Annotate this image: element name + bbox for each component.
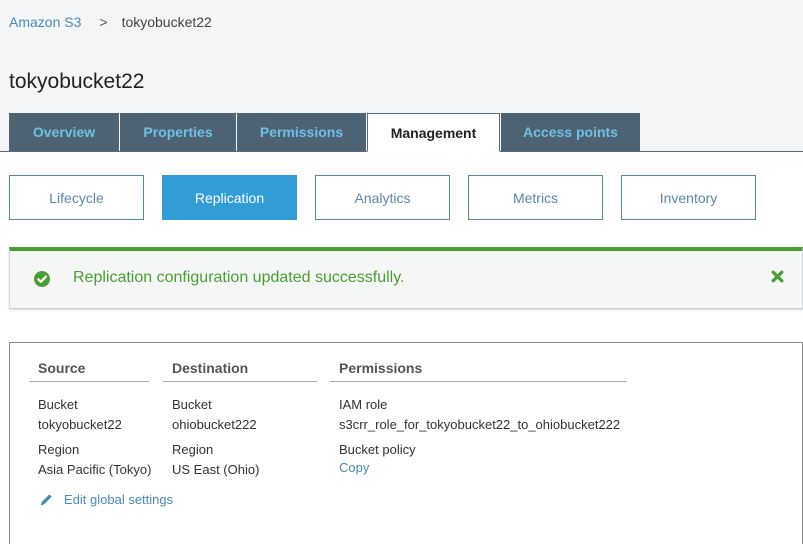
subtab-lifecycle[interactable]: Lifecycle	[9, 175, 144, 220]
tab-properties[interactable]: Properties	[120, 113, 236, 151]
flash-message-text: Replication configuration updated succes…	[73, 269, 405, 286]
bucket-policy-label: Bucket policy	[339, 442, 416, 457]
source-header: Source	[29, 360, 149, 382]
tab-access-points[interactable]: Access points	[501, 113, 640, 151]
check-circle-icon	[34, 271, 50, 287]
breadcrumb: Amazon S3 > tokyobucket22	[9, 14, 212, 30]
breadcrumb-separator-icon: >	[99, 14, 108, 30]
breadcrumb-current: tokyobucket22	[121, 14, 212, 30]
edit-global-settings-link[interactable]: Edit global settings	[39, 492, 173, 507]
source-bucket-value: tokyobucket22	[38, 417, 122, 432]
management-content: Lifecycle Replication Analytics Metrics …	[0, 152, 803, 544]
replication-config-panel: Source Bucket tokyobucket22 Region Asia …	[9, 342, 803, 544]
pencil-icon	[40, 494, 52, 506]
bucket-tabs: Overview Properties Permissions Manageme…	[0, 113, 803, 152]
tab-management[interactable]: Management	[367, 113, 500, 152]
source-bucket-label: Bucket	[38, 397, 78, 412]
destination-column: Destination Bucket ohiobucket222 Region …	[163, 360, 317, 480]
source-region-value: Asia Pacific (Tokyo)	[38, 462, 152, 477]
destination-bucket-value: ohiobucket222	[172, 417, 257, 432]
permissions-header: Permissions	[330, 360, 627, 382]
bucket-policy-copy-link[interactable]: Copy	[330, 460, 627, 476]
subtab-metrics[interactable]: Metrics	[468, 175, 603, 220]
edit-global-settings-label: Edit global settings	[64, 492, 174, 507]
iam-role-value: s3crr_role_for_tokyobucket22_to_ohiobuck…	[339, 417, 621, 432]
destination-header: Destination	[163, 360, 317, 382]
tab-permissions[interactable]: Permissions	[237, 113, 366, 151]
iam-role-label: IAM role	[339, 397, 388, 412]
success-flash-message: Replication configuration updated succes…	[9, 247, 803, 309]
subtab-replication[interactable]: Replication	[162, 175, 297, 220]
source-region-label: Region	[38, 442, 80, 457]
tab-overview[interactable]: Overview	[9, 113, 119, 151]
breadcrumb-amazon-s3-link[interactable]: Amazon S3	[9, 14, 81, 30]
source-column: Source Bucket tokyobucket22 Region Asia …	[29, 360, 152, 480]
destination-bucket-label: Bucket	[172, 397, 212, 412]
subtab-inventory[interactable]: Inventory	[621, 175, 756, 220]
permissions-column: Permissions IAM role s3crr_role_for_toky…	[330, 360, 627, 476]
subtab-analytics[interactable]: Analytics	[315, 175, 450, 220]
destination-region-label: Region	[172, 442, 214, 457]
page-title: tokyobucket22	[9, 70, 145, 93]
destination-region-value: US East (Ohio)	[172, 462, 260, 477]
close-icon[interactable]	[771, 270, 784, 283]
